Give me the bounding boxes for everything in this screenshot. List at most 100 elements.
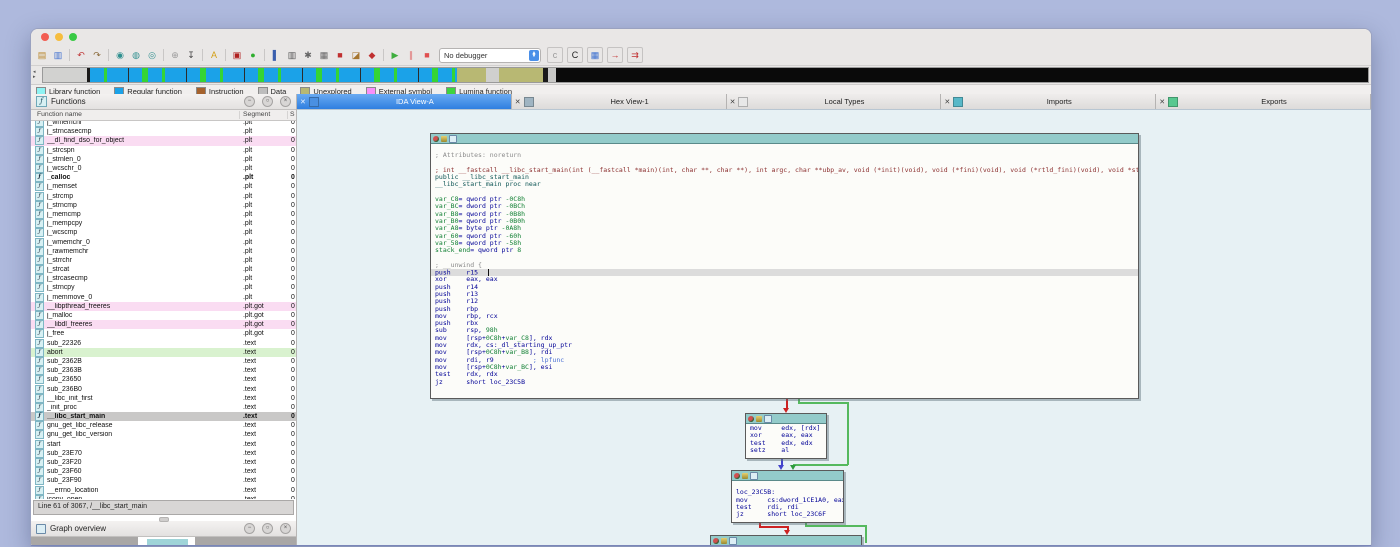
code-line[interactable]: push r13 xyxy=(435,291,1138,298)
column-segment[interactable]: Segment xyxy=(243,110,270,120)
overview-minimize-icon[interactable]: − xyxy=(244,523,255,534)
desktop-layout-icon[interactable]: ▦ xyxy=(587,47,603,63)
graph-overview-header[interactable]: Graph overview − ○ × xyxy=(31,521,296,537)
function-row[interactable]: ƒsub_2363B.text0 xyxy=(31,366,296,375)
code-line[interactable]: var_58= qword ptr -58h xyxy=(435,240,1138,247)
function-row[interactable]: ƒ__libc_start_main.text0 xyxy=(31,412,296,421)
start-process-icon[interactable]: ▶ xyxy=(388,48,402,62)
node-title-bar[interactable] xyxy=(746,414,826,424)
code-line[interactable]: var_B8= qword ptr -0B8h xyxy=(435,211,1138,218)
function-row[interactable]: ƒsub_23F20.text0 xyxy=(31,458,296,467)
function-row[interactable]: ƒj_free.plt.got0 xyxy=(31,329,296,338)
code-line[interactable]: var_A8= byte ptr -0A8h xyxy=(435,225,1138,232)
tab-ida-view-a[interactable]: ✕IDA View-A xyxy=(297,94,512,109)
code-line[interactable]: var_B0= qword ptr -0B0h xyxy=(435,218,1138,225)
node-collapse-icon[interactable] xyxy=(441,136,447,142)
function-row[interactable]: ƒj_strrchr.plt0 xyxy=(31,256,296,265)
code-line[interactable]: setz al xyxy=(750,447,826,454)
node-frame-icon[interactable] xyxy=(449,135,457,143)
function-row[interactable]: ƒ__libpthread_freeres.plt.got0 xyxy=(31,302,296,311)
function-row[interactable]: ƒj_strcmp.plt0 xyxy=(31,192,296,201)
function-row[interactable]: ƒ__dl_find_dso_for_object.plt0 xyxy=(31,136,296,145)
node-collapse-icon[interactable] xyxy=(721,538,727,544)
tab-close-icon[interactable]: ✕ xyxy=(515,98,521,106)
function-row[interactable]: ƒ__libc_init_first.text0 xyxy=(31,394,296,403)
panel-splitter[interactable] xyxy=(31,516,296,521)
select-stepper-icon[interactable]: ▲▼ xyxy=(529,50,539,61)
byte-view-icon[interactable]: ◉ xyxy=(113,48,127,62)
navband-segment[interactable] xyxy=(548,68,556,82)
function-row[interactable]: ƒgnu_get_libc_version.text0 xyxy=(31,430,296,439)
code-line[interactable]: push r14 xyxy=(435,284,1138,291)
function-row[interactable]: ƒj_rawmemchr.plt0 xyxy=(31,247,296,256)
functions-panel-header[interactable]: ƒ Functions − ○ × xyxy=(31,94,296,110)
jump-back-icon[interactable]: ↶ xyxy=(74,48,88,62)
minimize-button[interactable] xyxy=(55,33,63,41)
function-row[interactable]: ƒj_memcmp.plt0 xyxy=(31,210,296,219)
save-icon[interactable]: ▥ xyxy=(51,48,65,62)
zoom-button[interactable] xyxy=(69,33,77,41)
structures-icon[interactable]: ▌ xyxy=(269,48,283,62)
function-row[interactable]: ƒstart.text0 xyxy=(31,440,296,449)
function-row[interactable]: ƒ_init_proc.text0 xyxy=(31,403,296,412)
step-over-icon[interactable]: → xyxy=(607,47,623,63)
node-frame-icon[interactable] xyxy=(750,472,758,480)
function-row[interactable]: ƒ_calloc.plt0 xyxy=(31,173,296,182)
code-line[interactable]: __libc_start_main proc near xyxy=(435,181,1138,188)
navband-segment[interactable] xyxy=(556,68,1368,82)
overview-restore-icon[interactable]: ○ xyxy=(262,523,273,534)
function-row[interactable]: ƒj_memmove_0.plt0 xyxy=(31,293,296,302)
jump-address-icon[interactable]: ↧ xyxy=(184,48,198,62)
graph-node-libc-start-main[interactable]: ; Attributes: noreturn ; int __fastcall _… xyxy=(430,133,1139,399)
navband-segment[interactable] xyxy=(43,68,87,82)
function-row[interactable]: ƒj_wcschr_0.plt0 xyxy=(31,164,296,173)
graph-node-loc-23C5B[interactable]: loc_23C5B:mov cs:dword_1CE1A0, eaxtest r… xyxy=(731,470,844,523)
code-line[interactable]: push rbx xyxy=(435,320,1138,327)
close-button[interactable] xyxy=(41,33,49,41)
function-row[interactable]: ƒj_malloc.plt.got0 xyxy=(31,311,296,320)
code-line[interactable]: ; __unwind { xyxy=(435,262,1138,269)
navband-segment[interactable] xyxy=(499,68,543,82)
code-line[interactable]: ; int __fastcall __libc_start_main(int (… xyxy=(435,167,1138,174)
enums-icon[interactable]: ▥ xyxy=(285,48,299,62)
function-row[interactable]: ƒj_strncpy.plt0 xyxy=(31,283,296,292)
function-row[interactable]: ƒj_memset.plt0 xyxy=(31,182,296,191)
code-line[interactable]: mov rbp, rcx xyxy=(435,313,1138,320)
breakpoint-icon[interactable]: ■ xyxy=(333,48,347,62)
panel-minimize-icon[interactable]: − xyxy=(244,96,255,107)
function-row[interactable]: ƒsub_236B0.text0 xyxy=(31,384,296,393)
tab-close-icon[interactable]: ✕ xyxy=(300,98,306,106)
stop-sign-icon[interactable]: ◆ xyxy=(365,48,379,62)
node-code[interactable]: loc_23C5B:mov cs:dword_1CE1A0, eaxtest r… xyxy=(732,481,843,519)
navband-segment[interactable] xyxy=(90,68,457,82)
functions-column-header[interactable]: Function name Segment S xyxy=(31,110,296,121)
text-view-icon[interactable]: A xyxy=(207,48,221,62)
navband-segment[interactable] xyxy=(457,68,486,82)
segments-icon[interactable]: ◎ xyxy=(145,48,159,62)
c-decompile-icon[interactable]: C xyxy=(567,47,583,63)
code-line[interactable]: jz short loc_23C6F xyxy=(736,511,843,518)
tab-local-types[interactable]: ✕Local Types xyxy=(727,94,942,109)
node-collapse-icon[interactable] xyxy=(756,416,762,422)
debugger-select[interactable]: No debugger▲▼ xyxy=(439,48,541,63)
function-row[interactable]: ƒj_mempcpy.plt0 xyxy=(31,219,296,228)
node-code[interactable]: ; Attributes: noreturn ; int __fastcall _… xyxy=(431,144,1138,387)
node-collapse-icon[interactable] xyxy=(742,473,748,479)
column-start[interactable]: S xyxy=(290,110,295,120)
function-row[interactable]: ƒ__errno_location.text0 xyxy=(31,486,296,495)
tab-close-icon[interactable]: ✕ xyxy=(1159,98,1165,106)
code-line[interactable]: jz short loc_23C5B xyxy=(435,379,1138,386)
functions-list[interactable]: ƒj_wmemchr.plt0ƒj_strncasecmp.plt0ƒ__dl_… xyxy=(31,121,296,499)
tab-imports[interactable]: ✕Imports xyxy=(941,94,1156,109)
function-row[interactable]: ƒj_strncasecmp.plt0 xyxy=(31,127,296,136)
patch-icon[interactable]: ◪ xyxy=(349,48,363,62)
function-row[interactable]: ƒsub_23F90.text0 xyxy=(31,476,296,485)
pause-process-icon[interactable]: ∥ xyxy=(404,48,418,62)
panel-close-icon[interactable]: × xyxy=(280,96,291,107)
options-icon[interactable]: ✱ xyxy=(301,48,315,62)
code-line[interactable]: ; Attributes: noreturn xyxy=(435,152,1138,159)
code-line[interactable]: push rbp xyxy=(435,306,1138,313)
graph-node-b[interactable]: mov edx, [rdx]xor eax, eaxtest edx, edxs… xyxy=(745,413,827,459)
function-row[interactable]: ƒj_strcat.plt0 xyxy=(31,265,296,274)
node-title-bar[interactable] xyxy=(732,471,843,481)
